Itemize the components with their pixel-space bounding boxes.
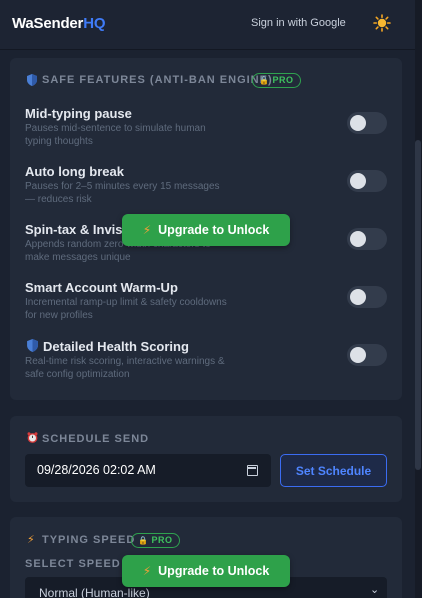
lock-icon: 🔒	[259, 76, 270, 85]
logo-main-text: WaSender	[12, 15, 84, 32]
toggle-knob	[350, 231, 366, 247]
set-schedule-button[interactable]: Set Schedule	[280, 454, 387, 487]
upgrade-to-unlock-button[interactable]: ⚡ Upgrade to Unlock	[122, 555, 290, 587]
alarm-clock-icon	[27, 432, 38, 443]
feature-desc-warm-up: Incremental ramp-up limit & safety coold…	[25, 297, 227, 321]
logo-accent-text: HQ	[83, 15, 106, 32]
pro-badge-label: PRO	[272, 75, 294, 85]
toggle-knob	[350, 347, 366, 363]
shield-icon	[27, 74, 37, 86]
typing-speed-title: TYPING SPEED	[42, 534, 136, 546]
app-header: WaSenderHQ Sign in with Google	[0, 0, 416, 50]
pro-badge: 🔒 PRO	[131, 533, 181, 548]
speed-select-value: Normal (Human-like)	[39, 586, 150, 598]
feature-title-mid-typing: Mid-typing pause	[25, 106, 132, 121]
bolt-icon: ⚡	[142, 223, 152, 237]
sun-icon[interactable]	[373, 14, 391, 32]
toggle-health-scoring[interactable]	[347, 344, 387, 366]
calendar-icon[interactable]	[247, 465, 258, 476]
bolt-icon: ⚡	[27, 534, 35, 546]
toggle-smart-warm-up[interactable]	[347, 286, 387, 308]
chevron-down-icon: ⌄	[370, 584, 380, 596]
app-logo: WaSenderHQ	[12, 15, 106, 32]
pro-badge-label: PRO	[151, 535, 173, 545]
feature-title-warm-up: Smart Account Warm-Up	[25, 280, 178, 295]
upgrade-label: Upgrade to Unlock	[158, 223, 270, 237]
toggle-mid-typing-pause[interactable]	[347, 112, 387, 134]
shield-icon	[27, 339, 38, 352]
scrollbar-thumb[interactable]	[415, 140, 421, 470]
toggle-auto-long-break[interactable]	[347, 170, 387, 192]
upgrade-label: Upgrade to Unlock	[158, 564, 270, 578]
schedule-send-title: SCHEDULE SEND	[42, 433, 150, 445]
feature-title-auto-long-break: Auto long break	[25, 164, 124, 179]
upgrade-to-unlock-button[interactable]: ⚡ Upgrade to Unlock	[122, 214, 290, 246]
sign-in-google-link[interactable]: Sign in with Google	[251, 17, 346, 29]
feature-title-spin-tax: Spin-tax & Invisib	[25, 222, 135, 237]
toggle-spin-tax[interactable]	[347, 228, 387, 250]
pro-badge: 🔒 PRO	[252, 73, 302, 88]
toggle-knob	[350, 115, 366, 131]
feature-title-health-scoring: Detailed Health Scoring	[43, 339, 189, 354]
toggle-knob	[350, 173, 366, 189]
feature-desc-mid-typing: Pauses mid-sentence to simulate human ty…	[25, 123, 206, 147]
feature-desc-health-scoring: Real-time risk scoring, interactive warn…	[25, 356, 225, 380]
schedule-datetime-input[interactable]: 09/28/2026 02:02 AM	[25, 454, 271, 487]
select-speed-label: SELECT SPEED	[25, 558, 121, 570]
safe-features-title: SAFE FEATURES (ANTI-BAN ENGINE)	[42, 74, 273, 86]
toggle-knob	[350, 289, 366, 305]
lock-icon: 🔒	[138, 536, 149, 545]
feature-desc-auto-long-break: Pauses for 2–5 minutes every 15 messages…	[25, 181, 220, 205]
datetime-value: 09/28/2026 02:02 AM	[37, 463, 156, 477]
bolt-icon: ⚡	[142, 564, 152, 578]
